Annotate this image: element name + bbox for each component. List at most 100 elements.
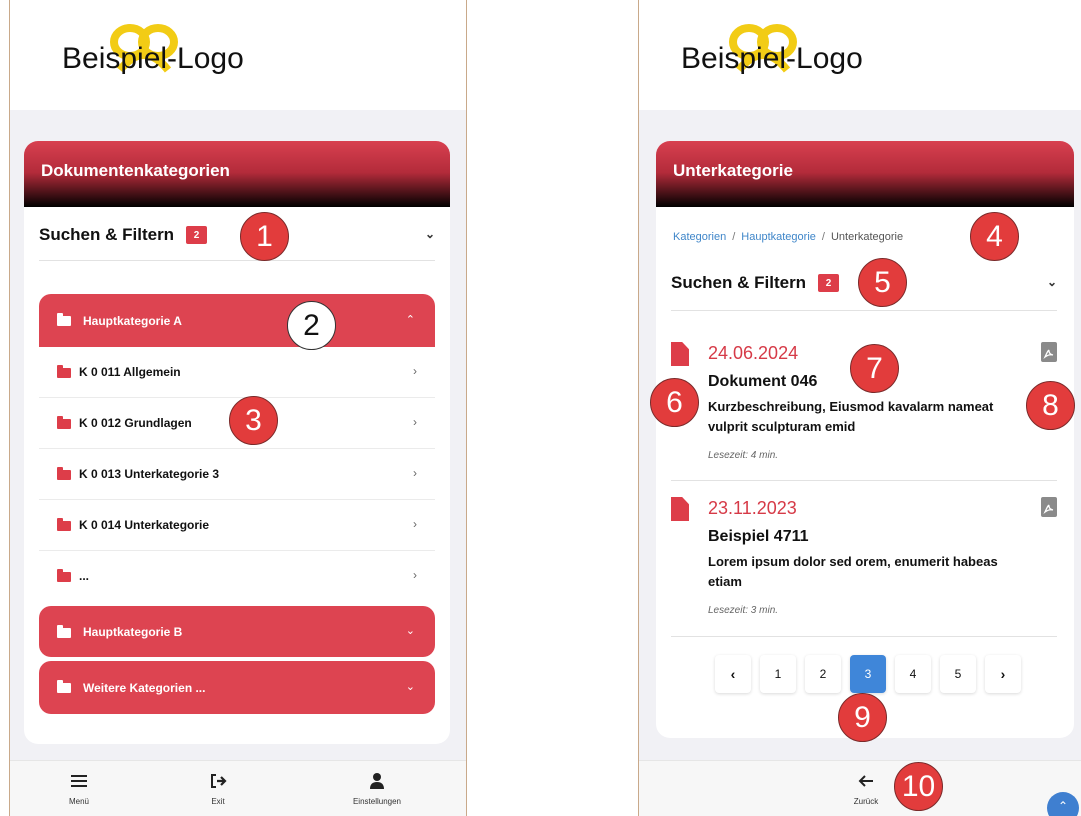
annotation-marker: 10 — [894, 762, 943, 811]
logo-bar: Beispiel-Logo — [639, 0, 1081, 110]
annotation-marker: 8 — [1026, 381, 1075, 430]
breadcrumb-separator: / — [821, 231, 825, 243]
annotation-marker: 3 — [229, 396, 278, 445]
subcategory-label: K 0 012 Grundlagen — [79, 416, 192, 430]
chevron-up-icon: ⌃ — [405, 314, 415, 326]
annotation-marker: 5 — [858, 258, 907, 307]
chevron-right-icon: › — [413, 517, 417, 531]
pagination-page-button[interactable]: 5 — [940, 655, 976, 693]
brand-logo[interactable]: Beispiel-Logo — [62, 24, 244, 76]
subcategory-label: K 0 014 Unterkategorie — [79, 518, 210, 532]
annotation-marker: 1 — [240, 212, 289, 261]
annotation-marker: 2 — [287, 301, 336, 350]
card-title: Dokumentenkategorien — [24, 141, 450, 207]
breadcrumb: Kategorien / Hauptkategorie / Unterkategorie — [673, 231, 903, 243]
pagination-next-button[interactable]: › — [985, 655, 1021, 693]
nav-settings-button[interactable]: Einstellungen — [332, 771, 422, 806]
pagination: ‹ 1 2 3 4 5 › — [715, 655, 1021, 693]
folder-icon — [57, 416, 71, 429]
document-date: 24.06.2024 — [708, 343, 799, 363]
document-title: Beispiel 4711 — [708, 528, 809, 545]
document-item[interactable]: 23.11.2023 Beispiel 4711 Lorem ipsum dol… — [671, 497, 1057, 637]
category-header-b[interactable]: Hauptkategorie B ⌄ — [39, 606, 435, 657]
subcategory-label: K 0 011 Allgemein — [79, 365, 181, 379]
category-header-more[interactable]: Weitere Kategorien ... ⌄ — [39, 661, 435, 714]
annotation-marker: 7 — [850, 344, 899, 393]
pdf-icon[interactable] — [1041, 497, 1057, 517]
reading-time: Lesezeit: 3 min. — [708, 605, 779, 616]
document-description: Lorem ipsum dolor sed orem, enumerit hab… — [708, 554, 998, 589]
nav-label: Exit — [211, 797, 225, 806]
document-date: 23.11.2023 — [708, 498, 797, 518]
subcategory-label: ... — [79, 569, 90, 583]
nav-label: Einstellungen — [352, 797, 402, 806]
subcategory-item[interactable]: K 0 011 Allgemein › — [39, 347, 435, 398]
subcategory-item[interactable]: K 0 014 Unterkategorie › — [39, 500, 435, 551]
breadcrumb-link[interactable]: Hauptkategorie — [741, 231, 816, 243]
nav-label: Menü — [68, 797, 89, 806]
pagination-prev-button[interactable]: ‹ — [715, 655, 751, 693]
filter-divider — [39, 260, 435, 261]
folder-icon — [57, 518, 71, 531]
chevron-down-icon: ⌄ — [405, 625, 415, 637]
chevron-down-icon: ⌄ — [405, 681, 415, 693]
nav-menu-button[interactable]: Menü — [34, 771, 124, 806]
subcategory-label: K 0 013 Unterkategorie 3 — [79, 467, 220, 481]
pagination-page-button[interactable]: 4 — [895, 655, 931, 693]
folder-icon — [57, 313, 71, 326]
filter-divider — [671, 310, 1057, 311]
folder-icon — [57, 625, 71, 638]
category-card: Dokumentenkategorien Suchen & Filtern 2 … — [24, 141, 450, 744]
category-label: Hauptkategorie A — [83, 314, 182, 328]
card-title: Unterkategorie — [656, 141, 1074, 207]
breadcrumb-separator: / — [732, 231, 736, 243]
document-description: Kurzbeschreibung, Eiusmod kavalarm namea… — [708, 399, 994, 434]
logo-text: Beispiel-Logo — [62, 42, 244, 75]
breadcrumb-current: Unterkategorie — [830, 231, 904, 243]
subcategory-list: K 0 011 Allgemein › K 0 012 Grundlagen ›… — [39, 347, 435, 602]
chevron-up-icon: ⌃ — [1057, 799, 1069, 813]
subcategory-item[interactable]: ... › — [39, 551, 435, 602]
annotation-marker: 9 — [838, 693, 887, 742]
chevron-right-icon: › — [413, 415, 417, 429]
pdf-icon[interactable] — [1041, 342, 1057, 362]
filter-count-badge: 2 — [818, 274, 840, 292]
chevron-right-icon: › — [413, 466, 417, 480]
document-title: Dokument 046 — [708, 373, 818, 390]
filter-label: Suchen & Filtern — [39, 225, 175, 244]
category-label: Hauptkategorie B — [83, 625, 183, 639]
pagination-page-button[interactable]: 1 — [760, 655, 796, 693]
document-icon — [671, 342, 689, 366]
category-header-a[interactable]: Hauptkategorie A ⌃ — [39, 294, 435, 347]
user-icon — [370, 773, 384, 789]
scroll-to-top-button[interactable]: ⌃ — [1047, 792, 1079, 816]
category-label: Weitere Kategorien ... — [83, 681, 206, 695]
chevron-down-icon: ⌄ — [424, 227, 435, 241]
search-filter-toggle[interactable]: Suchen & Filtern 2 ⌄ — [39, 225, 435, 245]
bottom-navigation: Zurück — [639, 760, 1081, 816]
reading-time: Lesezeit: 4 min. — [708, 450, 779, 461]
chevron-down-icon: ⌄ — [1046, 275, 1057, 289]
breadcrumb-link[interactable]: Kategorien — [673, 231, 726, 243]
logo-bar: Beispiel-Logo — [10, 0, 466, 110]
bottom-navigation: Menü Exit Einstellungen — [10, 760, 466, 816]
arrow-left-icon — [858, 775, 873, 787]
folder-icon — [57, 569, 71, 582]
chevron-right-icon: › — [413, 568, 417, 582]
nav-exit-button[interactable]: Exit — [173, 771, 263, 806]
folder-icon — [57, 680, 71, 693]
pagination-page-button[interactable]: 2 — [805, 655, 841, 693]
brand-logo[interactable]: Beispiel-Logo — [681, 24, 863, 76]
document-icon — [671, 497, 689, 521]
pagination-current-page[interactable]: 3 — [850, 655, 886, 693]
subcategory-item[interactable]: K 0 013 Unterkategorie 3 › — [39, 449, 435, 500]
exit-icon — [211, 774, 227, 788]
filter-count-badge: 2 — [186, 226, 208, 244]
folder-icon — [57, 365, 71, 378]
mockup-stage: Beispiel-Logo Dokumentenkategorien Suche… — [0, 0, 1081, 816]
folder-icon — [57, 467, 71, 480]
annotation-marker: 4 — [970, 212, 1019, 261]
annotation-marker: 6 — [650, 378, 699, 427]
menu-icon — [71, 775, 87, 787]
logo-text: Beispiel-Logo — [681, 42, 863, 75]
